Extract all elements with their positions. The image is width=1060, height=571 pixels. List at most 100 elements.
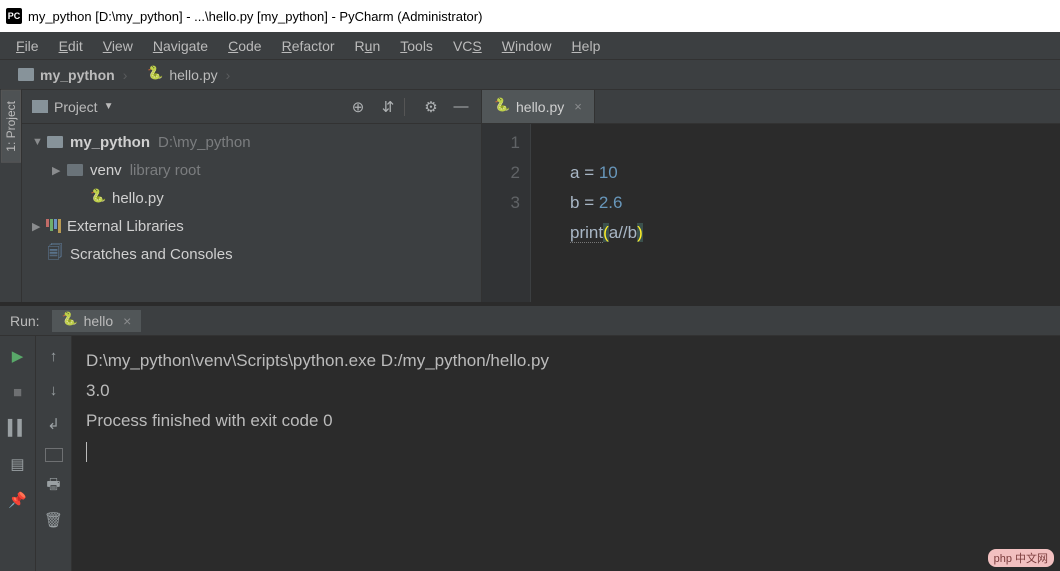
chevron-down-icon: ▼: [32, 136, 46, 148]
editor-pane: hello.py × 1 2 3 a = 10 b = 2.6 print(a/…: [482, 90, 1060, 302]
folder-icon: [18, 68, 34, 81]
tree-venv[interactable]: ▶ venv library root: [22, 156, 481, 184]
trash-icon[interactable]: 🗑: [44, 510, 64, 530]
line-number: 2: [482, 158, 520, 188]
menu-navigate[interactable]: Navigate: [143, 38, 218, 54]
pin-icon[interactable]: 📌: [8, 490, 28, 510]
menu-edit[interactable]: Edit: [49, 38, 93, 54]
menu-window[interactable]: Window: [492, 38, 562, 54]
tree-root-name: my_python: [70, 134, 150, 151]
python-file-icon: [494, 99, 510, 115]
separator: [404, 98, 405, 116]
run-tool-window: Run: hello × ▶ ■ ▍▍ ▤ 📌 ↑ ↓ ↲ 🖶 🗑 D:\my_…: [0, 302, 1060, 571]
run-tab-hello[interactable]: hello ×: [52, 310, 142, 332]
breadcrumb-project[interactable]: my_python: [8, 64, 137, 86]
gear-icon[interactable]: ⚙: [421, 97, 441, 117]
watermark: php 中文网: [988, 549, 1054, 567]
folder-icon: [32, 100, 48, 113]
chevron-right-icon: ▶: [32, 220, 46, 233]
run-tab-label: hello: [84, 313, 114, 329]
code-margin: [530, 124, 560, 302]
console-line: 3.0: [86, 376, 1046, 406]
library-icon: [46, 219, 61, 233]
locate-icon[interactable]: ⊕: [348, 97, 368, 117]
tree-scratches-label: Scratches and Consoles: [70, 246, 233, 263]
code-line: a = 10: [570, 128, 1050, 158]
stop-icon[interactable]: ■: [8, 382, 28, 402]
window-title: my_python [D:\my_python] - ...\hello.py …: [28, 9, 482, 24]
project-pane-title-label: Project: [54, 99, 98, 115]
project-pane: Project ▼ ⊕ ⇵ ⚙ — ▼ my_python D:\my_pyth…: [22, 90, 482, 302]
project-tool-tab[interactable]: 1: Project: [1, 90, 21, 163]
tree-scratches[interactable]: 🗐 Scratches and Consoles: [22, 240, 481, 268]
down-icon[interactable]: ↓: [44, 380, 64, 400]
console-line: D:\my_python\venv\Scripts\python.exe D:/…: [86, 346, 1046, 376]
pycharm-logo-icon: PC: [6, 8, 22, 24]
editor-tab-label: hello.py: [516, 99, 564, 115]
python-file-icon: [90, 190, 106, 206]
code-line: print(a//b): [570, 188, 1050, 218]
rerun-icon[interactable]: ▶: [8, 346, 28, 366]
menu-tools[interactable]: Tools: [390, 38, 443, 54]
menu-help[interactable]: Help: [562, 38, 611, 54]
menu-run[interactable]: Run: [345, 38, 391, 54]
folder-icon: [67, 164, 83, 176]
console-line: Process finished with exit code 0: [86, 406, 1046, 436]
tree-venv-note: library root: [130, 162, 201, 179]
scroll-to-end-icon[interactable]: [45, 448, 63, 462]
close-icon[interactable]: ×: [574, 99, 582, 114]
tool-window-stripe-left: 1: Project: [0, 90, 22, 302]
tree-root-path: D:\my_python: [158, 134, 251, 151]
hide-icon[interactable]: —: [451, 97, 471, 117]
menu-view[interactable]: View: [93, 38, 143, 54]
tree-venv-name: venv: [90, 162, 122, 179]
menu-file[interactable]: File: [6, 38, 49, 54]
menu-vcs[interactable]: VCS: [443, 38, 492, 54]
menu-refactor[interactable]: Refactor: [272, 38, 345, 54]
line-number: 1: [482, 128, 520, 158]
print-icon[interactable]: 🖶: [44, 476, 64, 496]
navigation-bar: my_python hello.py: [0, 60, 1060, 90]
python-file-icon: [62, 313, 78, 329]
project-tree: ▼ my_python D:\my_python ▶ venv library …: [22, 124, 481, 272]
run-label: Run:: [10, 313, 40, 329]
run-body: ▶ ■ ▍▍ ▤ 📌 ↑ ↓ ↲ 🖶 🗑 D:\my_python\venv\S…: [0, 336, 1060, 571]
chevron-down-icon: ▼: [104, 101, 114, 112]
editor-tab-hello[interactable]: hello.py ×: [482, 90, 595, 123]
soft-wrap-icon[interactable]: ↲: [44, 414, 64, 434]
run-header: Run: hello ×: [0, 306, 1060, 336]
editor-tabs: hello.py ×: [482, 90, 1060, 124]
line-number: 3: [482, 188, 520, 218]
main-menu: File Edit View Navigate Code Refactor Ru…: [0, 32, 1060, 60]
window-titlebar: PC my_python [D:\my_python] - ...\hello.…: [0, 0, 1060, 32]
scratches-icon: 🗐: [46, 246, 64, 262]
up-icon[interactable]: ↑: [44, 346, 64, 366]
breadcrumb-file[interactable]: hello.py: [137, 64, 240, 86]
main-area: 1: Project Project ▼ ⊕ ⇵ ⚙ — ▼ my_python…: [0, 90, 1060, 302]
project-pane-header: Project ▼ ⊕ ⇵ ⚙ —: [22, 90, 481, 124]
console-output[interactable]: D:\my_python\venv\Scripts\python.exe D:/…: [72, 336, 1060, 571]
menu-code[interactable]: Code: [218, 38, 271, 54]
tree-file-label: hello.py: [112, 190, 164, 207]
tree-external-libraries[interactable]: ▶ External Libraries: [22, 212, 481, 240]
code-line: b = 2.6: [570, 158, 1050, 188]
project-pane-title[interactable]: Project ▼: [32, 99, 113, 115]
collapse-all-icon[interactable]: ⇵: [378, 97, 398, 117]
folder-icon: [47, 136, 63, 148]
chevron-right-icon: ▶: [52, 164, 66, 177]
tree-root[interactable]: ▼ my_python D:\my_python: [22, 128, 481, 156]
tree-external-label: External Libraries: [67, 218, 184, 235]
code-area[interactable]: a = 10 b = 2.6 print(a//b): [560, 124, 1060, 302]
breadcrumb-project-label: my_python: [40, 67, 115, 83]
pause-icon[interactable]: ▍▍: [8, 418, 28, 438]
tree-file[interactable]: hello.py: [22, 184, 481, 212]
layout-icon[interactable]: ▤: [8, 454, 28, 474]
breadcrumb-file-label: hello.py: [169, 67, 217, 83]
console-caret: [86, 436, 1046, 466]
close-icon[interactable]: ×: [123, 313, 131, 329]
run-toolbar-secondary: ↑ ↓ ↲ 🖶 🗑: [36, 336, 72, 571]
editor-body[interactable]: 1 2 3 a = 10 b = 2.6 print(a//b): [482, 124, 1060, 302]
run-toolbar-primary: ▶ ■ ▍▍ ▤ 📌: [0, 336, 36, 571]
python-file-icon: [147, 67, 163, 83]
editor-gutter: 1 2 3: [482, 124, 530, 302]
